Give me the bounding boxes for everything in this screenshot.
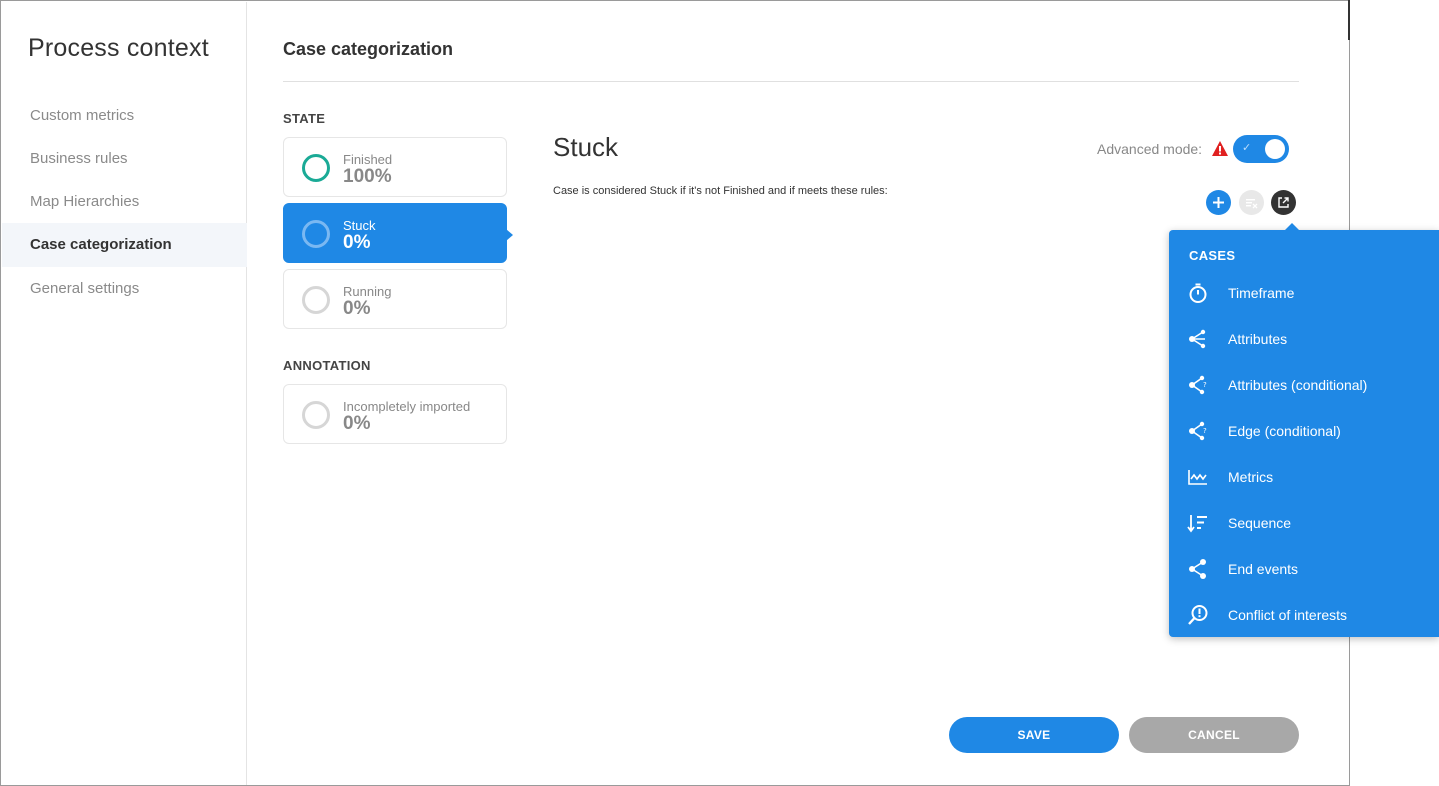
end-events-icon <box>1189 559 1206 579</box>
conflict-icon <box>1188 605 1208 625</box>
check-icon: ✓ <box>1242 142 1252 154</box>
window-edge <box>1348 0 1350 40</box>
state-card-running[interactable]: Running 0% <box>283 269 507 329</box>
menu-item-attributes-conditional[interactable]: ? Attributes (conditional) <box>1169 365 1439 405</box>
svg-text:?: ? <box>1203 427 1207 435</box>
state-percent: 0% <box>343 232 371 253</box>
clear-list-icon <box>1246 199 1258 209</box>
save-button[interactable]: SAVE <box>949 717 1119 753</box>
sequence-icon <box>1187 515 1207 533</box>
state-percent: 0% <box>343 298 371 319</box>
stopwatch-icon <box>1189 283 1207 303</box>
menu-item-attributes[interactable]: Attributes <box>1169 319 1439 359</box>
menu-item-label: Timeframe <box>1228 285 1295 301</box>
cancel-button[interactable]: CANCEL <box>1129 717 1299 753</box>
menu-item-end-events[interactable]: End events <box>1169 549 1439 589</box>
advanced-mode-toggle[interactable]: ✓ <box>1233 135 1289 163</box>
export-button[interactable] <box>1271 190 1296 215</box>
menu-item-label: End events <box>1228 561 1299 577</box>
progress-ring-icon <box>302 154 330 182</box>
rule-type-menu: CASES Timeframe Attributes ? Attributes … <box>1169 223 1439 637</box>
title-divider <box>283 81 1299 82</box>
metrics-icon <box>1188 470 1207 485</box>
state-name: Stuck <box>343 218 376 233</box>
toggle-knob <box>1265 139 1285 159</box>
menu-item-label: Edge (conditional) <box>1228 423 1341 439</box>
sidebar-item-case-categorization[interactable]: Case categorization <box>2 223 247 267</box>
state-card-stuck[interactable]: Stuck 0% <box>283 203 513 263</box>
svg-text:?: ? <box>1203 381 1207 389</box>
attributes-conditional-icon: ? <box>1189 375 1207 395</box>
advanced-mode-label: Advanced mode: <box>1097 141 1203 157</box>
menu-item-edge-conditional[interactable]: ? Edge (conditional) <box>1169 411 1439 451</box>
menu-header: CASES <box>1189 248 1236 263</box>
export-icon <box>1278 197 1289 208</box>
detail-description: Case is considered Stuck if it's not Fin… <box>553 185 888 197</box>
warning-icon <box>1212 141 1228 156</box>
state-name: Running <box>343 284 392 299</box>
progress-ring-icon <box>302 401 330 429</box>
annotation-section-label: ANNOTATION <box>283 358 371 373</box>
menu-item-metrics[interactable]: Metrics <box>1169 457 1439 497</box>
menu-item-label: Attributes <box>1228 331 1288 347</box>
state-percent: 100% <box>343 166 392 187</box>
clear-rules-button[interactable] <box>1239 190 1264 215</box>
sidebar-title: Process context <box>28 34 209 62</box>
sidebar-item-business-rules[interactable]: Business rules <box>2 137 247 181</box>
sidebar: Process context Custom metrics Business … <box>2 2 247 785</box>
menu-item-sequence[interactable]: Sequence <box>1169 503 1439 543</box>
page-title: Case categorization <box>283 39 454 59</box>
detail-title: Stuck <box>553 132 619 162</box>
menu-item-label: Attributes (conditional) <box>1228 377 1368 393</box>
annotation-percent: 0% <box>343 413 371 434</box>
plus-icon <box>1213 197 1224 208</box>
menu-item-label: Sequence <box>1228 515 1292 531</box>
state-name: Finished <box>343 152 393 167</box>
annotation-card-incompletely-imported[interactable]: Incompletely imported 0% <box>283 384 507 444</box>
edge-conditional-icon: ? <box>1189 421 1207 441</box>
sidebar-item-custom-metrics[interactable]: Custom metrics <box>2 94 247 138</box>
process-context-dialog: Process context Custom metrics Business … <box>0 0 1350 786</box>
menu-item-label: Conflict of interests <box>1228 607 1348 623</box>
attributes-icon <box>1189 329 1206 349</box>
progress-ring-icon <box>302 286 330 314</box>
state-card-finished[interactable]: Finished 100% <box>283 137 507 197</box>
sidebar-item-map-hierarchies[interactable]: Map Hierarchies <box>2 180 247 224</box>
state-section-label: STATE <box>283 111 326 126</box>
menu-item-label: Metrics <box>1228 469 1274 485</box>
progress-ring-icon <box>302 220 330 248</box>
sidebar-item-general-settings[interactable]: General settings <box>2 267 247 311</box>
menu-item-conflict-of-interests[interactable]: Conflict of interests <box>1169 595 1439 635</box>
menu-item-timeframe[interactable]: Timeframe <box>1169 273 1439 313</box>
add-rule-button[interactable] <box>1206 190 1231 215</box>
annotation-name: Incompletely imported <box>343 399 471 414</box>
